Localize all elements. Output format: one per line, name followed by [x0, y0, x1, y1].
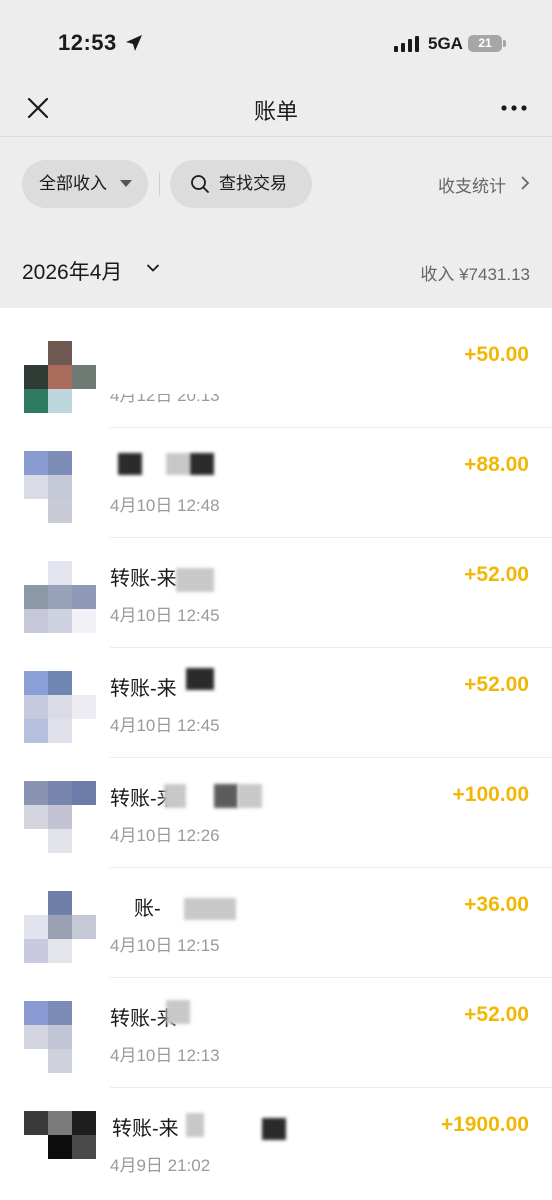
redaction-mask: [118, 453, 142, 475]
transaction-amount: +50.00: [464, 343, 529, 366]
battery-icon: 21: [468, 35, 506, 52]
avatar: [24, 1111, 96, 1183]
transaction-time: 4月10日 12:26: [110, 826, 220, 845]
month-selector[interactable]: 2026年4月: [22, 256, 160, 286]
transaction-amount: +52.00: [464, 1003, 529, 1026]
stats-label: 收支统计: [438, 177, 506, 196]
transaction-time: 4月10日 12:15: [110, 936, 220, 955]
transaction-amount: +52.00: [464, 673, 529, 696]
transaction-row[interactable]: 转账-来 4月10日 12:26 +100.00: [0, 758, 552, 868]
transaction-row[interactable]: 账- 4月10日 12:15 +36.00: [0, 868, 552, 978]
transaction-amount: +52.00: [464, 563, 529, 586]
chevron-down-icon: [146, 264, 160, 272]
status-bar: 12:53 5GA 21: [0, 0, 552, 88]
transaction-time: 4月9日 21:02: [110, 1156, 211, 1175]
redaction-mask: [176, 568, 214, 592]
location-arrow-icon: [126, 35, 142, 51]
search-transactions-button[interactable]: 查找交易: [170, 160, 312, 208]
transaction-row[interactable]: 转账-来 4月10日 12:45 +52.00: [0, 538, 552, 648]
redaction-mask: [190, 453, 214, 475]
transaction-row[interactable]: 4月10日 12:48 +88.00: [0, 428, 552, 538]
transaction-title: 转账-来: [112, 1118, 179, 1140]
avatar: [24, 671, 96, 743]
redaction-mask: [166, 453, 190, 475]
transaction-amount: +1900.00: [440, 1113, 529, 1136]
income-summary: 收入 ¥7431.13: [420, 265, 530, 284]
transaction-row[interactable]: 4月12日 20:13 +50.00: [0, 318, 552, 428]
transaction-amount: +88.00: [464, 453, 529, 476]
all-income-filter-label: 全部收入: [39, 174, 107, 193]
month-label: 2026年4月: [22, 261, 123, 284]
redaction-mask: [186, 668, 214, 690]
transaction-time: 4月10日 12:45: [110, 606, 220, 625]
transaction-row[interactable]: 转账-来 4月10日 12:13 +52.00: [0, 978, 552, 1088]
redaction-mask: [262, 1118, 286, 1140]
network-type: 5GA: [428, 34, 463, 53]
caret-down-icon: [120, 180, 132, 187]
page-title: 账单: [253, 99, 298, 124]
more-options-icon[interactable]: [500, 98, 528, 118]
chevron-right-icon: [521, 176, 530, 190]
navigation-bar: 账单: [0, 80, 552, 137]
avatar: [24, 891, 96, 963]
transaction-row[interactable]: 转账-来 4月9日 21:02 +1900.00: [0, 1088, 552, 1198]
transaction-time: 4月10日 12:45: [110, 716, 220, 735]
redaction-mask: [100, 374, 250, 394]
status-time: 12:53: [58, 30, 117, 55]
filter-divider: [159, 172, 160, 196]
redaction-mask: [184, 898, 236, 920]
transaction-amount: +36.00: [464, 893, 529, 916]
transaction-time: 4月10日 12:13: [110, 1046, 220, 1065]
transaction-row[interactable]: 转账-来 4月10日 12:45 +52.00: [0, 648, 552, 758]
search-transactions-label: 查找交易: [219, 174, 287, 193]
transaction-title: 账-: [134, 898, 161, 920]
avatar: [24, 341, 96, 413]
transaction-title: 转账-来: [110, 568, 177, 590]
transaction-time: 4月10日 12:48: [110, 496, 220, 515]
redaction-mask: [164, 784, 186, 808]
redaction-mask: [166, 1000, 190, 1024]
avatar: [24, 1001, 96, 1073]
all-income-filter-button[interactable]: 全部收入: [22, 160, 148, 208]
avatar: [24, 781, 96, 853]
redaction-mask: [238, 784, 262, 808]
avatar: [24, 561, 96, 633]
transaction-amount: +100.00: [452, 783, 530, 806]
avatar: [24, 451, 96, 523]
redaction-mask: [186, 1113, 204, 1137]
income-expense-stats-link[interactable]: 收支统计: [438, 172, 530, 197]
transaction-title: 转账-来: [110, 678, 177, 700]
redaction-mask: [214, 784, 238, 808]
cellular-signal-icon: [394, 36, 419, 52]
search-icon: [191, 175, 209, 193]
